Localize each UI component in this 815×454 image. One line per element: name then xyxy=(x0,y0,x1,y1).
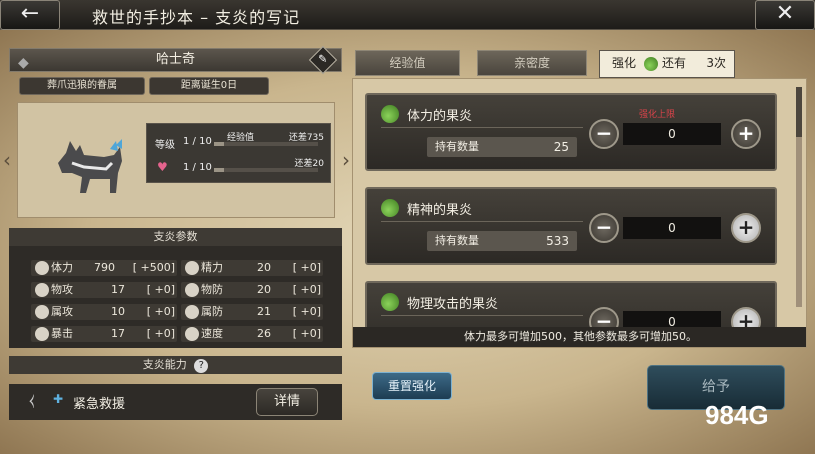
speed-icon xyxy=(185,327,199,341)
critical-icon xyxy=(35,327,49,341)
fruit-icon xyxy=(644,57,658,71)
tab-affection[interactable]: 亲密度 xyxy=(477,50,587,76)
physical-attack-icon xyxy=(35,283,49,297)
param-eatk: 属攻 10 [ +0] xyxy=(31,304,177,320)
item-name: 精神的果炎 xyxy=(407,203,473,218)
exp-bar-fill xyxy=(214,142,225,146)
elemental-attack-icon xyxy=(35,305,49,319)
plus-icon: + xyxy=(737,121,755,145)
heart-param-icon xyxy=(35,261,49,275)
ability-name: 紧急救援 xyxy=(73,397,126,412)
divider xyxy=(381,221,583,222)
ability-title: 支炎能力 xyxy=(142,358,187,371)
back-arrow-icon: ← xyxy=(20,1,40,26)
params-grid: 体力 790 [ +500] 精力 20 [ +0] 物攻 17 [ +0] 物… xyxy=(9,246,342,348)
quantity-display: 0 xyxy=(623,123,721,145)
affection-value: 1 / 10 xyxy=(183,162,212,173)
scroll-thumb[interactable] xyxy=(796,87,802,137)
enhance-panel: 体力的果炎 持有数量 25 强化上限 − 0 + 精神的果炎 持有数量 533 … xyxy=(352,78,807,348)
owned-count: 持有数量 25 xyxy=(427,137,577,157)
exp-bar xyxy=(214,142,318,146)
owned-count: 持有数量 533 xyxy=(427,231,577,251)
param-crit: 暴击 17 [ +0] xyxy=(31,326,177,342)
item-hp-fruit: 体力的果炎 持有数量 25 强化上限 − 0 + xyxy=(365,93,777,171)
syringe-icon: ✚ xyxy=(53,392,64,406)
tab-enhance[interactable]: 强化 还有 3次 xyxy=(599,50,735,78)
plus-button[interactable]: + xyxy=(731,213,761,243)
heart-icon: ♥ xyxy=(157,160,168,174)
detail-button[interactable]: 详情 xyxy=(256,388,318,416)
quantity-display: 0 xyxy=(623,217,721,239)
companion-name: 哈士奇 xyxy=(155,52,195,67)
currency-display: 984G xyxy=(705,400,769,430)
param-speed: 速度 26 [ +0] xyxy=(181,326,323,342)
ability-title-bar: 支炎能力 ? xyxy=(9,356,342,374)
fruit-icon xyxy=(381,199,399,217)
title-bar: ← 救世的手抄本 – 支炎的写记 ✕ xyxy=(0,0,815,30)
minus-icon: − xyxy=(595,215,613,239)
prev-companion-arrow[interactable]: ‹ xyxy=(3,148,11,172)
spirit-param-icon xyxy=(185,261,199,275)
next-companion-arrow[interactable]: › xyxy=(342,148,350,172)
param-patk: 物攻 17 [ +0] xyxy=(31,282,177,298)
divider xyxy=(381,127,583,128)
rename-button[interactable]: ✎ xyxy=(308,45,338,75)
param-edef: 属防 21 [ +0] xyxy=(181,304,323,320)
portrait-box: 等级 1 / 10 经验值 还差735 ♥ 1 / 10 还差20 xyxy=(17,102,335,218)
ability-row: ⧼ ✚ 紧急救援 详情 xyxy=(9,384,342,420)
birth-tag: 距离诞生0日 xyxy=(149,77,269,95)
scrollbar[interactable] xyxy=(796,87,802,307)
physical-defense-icon xyxy=(185,283,199,297)
edit-icon: ✎ xyxy=(318,53,328,66)
affection-bar xyxy=(214,168,318,172)
companion-name-bar: ◆ 哈士奇 ✎ xyxy=(9,45,342,75)
page-title: 救世的手抄本 – 支炎的写记 xyxy=(92,8,301,27)
minus-button[interactable]: − xyxy=(589,213,619,243)
remaining-count: 3次 xyxy=(706,56,726,70)
help-icon[interactable]: ? xyxy=(194,359,209,373)
level-value: 1 / 10 xyxy=(183,136,212,147)
close-icon: ✕ xyxy=(775,1,795,26)
tab-enhance-label: 强化 xyxy=(612,56,637,70)
ability-frame-icon: ⧼ xyxy=(29,390,35,409)
level-label: 等级 xyxy=(155,140,175,151)
limit-label: 强化上限 xyxy=(639,110,676,120)
affection-row: ♥ 1 / 10 还差20 xyxy=(147,154,332,180)
plus-button[interactable]: + xyxy=(731,119,761,149)
item-name: 物理攻击的果炎 xyxy=(407,297,499,312)
divider xyxy=(381,315,583,316)
minus-icon: − xyxy=(595,121,613,145)
husky-portrait xyxy=(58,139,122,193)
close-button[interactable]: ✕ xyxy=(755,0,815,30)
item-name: 体力的果炎 xyxy=(407,109,473,124)
affection-bar-fill xyxy=(214,168,225,172)
fruit-icon xyxy=(381,105,399,123)
level-stats: 等级 1 / 10 经验值 还差735 ♥ 1 / 10 还差20 xyxy=(146,123,331,183)
param-hp: 体力 790 [ +500] xyxy=(31,260,177,276)
tab-exp[interactable]: 经验值 xyxy=(355,50,460,76)
elemental-defense-icon xyxy=(185,305,199,319)
breed-tag: 葬爪迅狼的眷属 xyxy=(19,77,145,95)
back-button[interactable]: ← xyxy=(0,0,60,30)
item-spirit-fruit: 精神的果炎 持有数量 533 − 0 + xyxy=(365,187,777,265)
params-title: 支炎参数 xyxy=(9,228,342,246)
reset-enhance-button[interactable]: 重置强化 xyxy=(372,372,452,400)
gem-icon: ◆ xyxy=(18,55,29,71)
companion-panel: ◆ 哈士奇 ✎ 葬爪迅狼的眷属 距离诞生0日 等级 1 / 10 经验值 还差7… xyxy=(3,45,350,428)
limit-note: 体力最多可增加500，其他参数最多可增加50。 xyxy=(353,327,806,347)
plus-icon: + xyxy=(737,215,755,239)
param-sp: 精力 20 [ +0] xyxy=(181,260,323,276)
level-row: 等级 1 / 10 经验值 还差735 xyxy=(147,128,332,154)
param-pdef: 物防 20 [ +0] xyxy=(181,282,323,298)
minus-button[interactable]: − xyxy=(589,119,619,149)
fruit-icon xyxy=(381,293,399,311)
remaining-label: 还有 xyxy=(662,56,687,70)
